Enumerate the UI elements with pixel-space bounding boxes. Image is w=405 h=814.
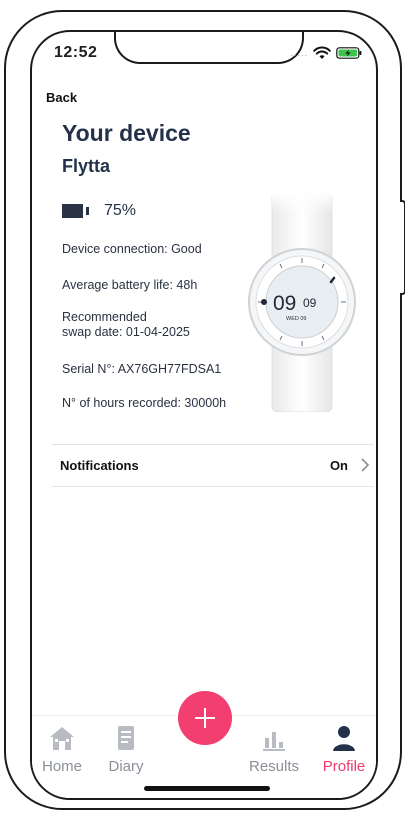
battery-life: Average battery life: 48h	[62, 278, 198, 292]
chevron-right-icon	[361, 458, 370, 472]
hours-recorded: N° of hours recorded: 30000h	[62, 396, 227, 410]
notifications-value-group: On	[330, 458, 370, 473]
serial-number: Serial N°: AX76GH77FDSA1	[62, 362, 222, 376]
watch-minutes: 09	[303, 296, 317, 310]
tab-diary-label: Diary	[108, 758, 144, 775]
wifi-icon	[313, 46, 331, 59]
status-time: 12:52	[54, 44, 98, 61]
battery-icon	[62, 204, 89, 218]
device-connection: Device connection: Good	[62, 242, 202, 256]
home-icon	[50, 727, 74, 750]
home-indicator[interactable]	[144, 786, 270, 791]
tab-diary[interactable]: Diary	[96, 724, 156, 775]
swap-date: swap date: 01-04-2025	[62, 325, 190, 339]
watch-image: 09 09 WED 09	[248, 192, 356, 412]
notch	[114, 32, 304, 64]
battery-charging-icon	[336, 47, 362, 59]
device-name: Flytta	[62, 156, 111, 176]
notifications-row[interactable]: Notifications On	[52, 444, 374, 486]
watch-hours: 09	[273, 292, 296, 315]
tab-profile-label: Profile	[322, 758, 366, 775]
divider-bottom	[52, 486, 374, 487]
watch-date: WED 09	[286, 316, 306, 322]
phone-screen: 12:52 ..... Back Your device Flytta 75% …	[30, 30, 378, 800]
plus-icon	[195, 708, 215, 728]
notifications-value: On	[329, 457, 348, 473]
status-icons: .....	[290, 46, 362, 60]
signal-icon: .....	[290, 48, 308, 58]
profile-icon	[333, 726, 355, 751]
notifications-label: Notifications	[60, 457, 139, 473]
diary-icon	[118, 726, 134, 750]
page-title: Your device	[62, 120, 191, 146]
tab-results-label: Results	[248, 758, 300, 775]
tab-results[interactable]: Results	[244, 724, 304, 775]
add-button[interactable]	[178, 691, 232, 745]
swap-date-label: Recommended	[62, 310, 147, 324]
tab-home[interactable]: Home	[32, 724, 92, 775]
back-link[interactable]: Back	[46, 90, 77, 105]
tab-profile[interactable]: Profile	[314, 724, 374, 775]
battery-percent: 75%	[104, 202, 137, 219]
results-icon	[263, 732, 285, 751]
battery-status: 75%	[62, 202, 136, 220]
tab-home-label: Home	[41, 758, 82, 775]
phone-side-button	[400, 200, 405, 295]
